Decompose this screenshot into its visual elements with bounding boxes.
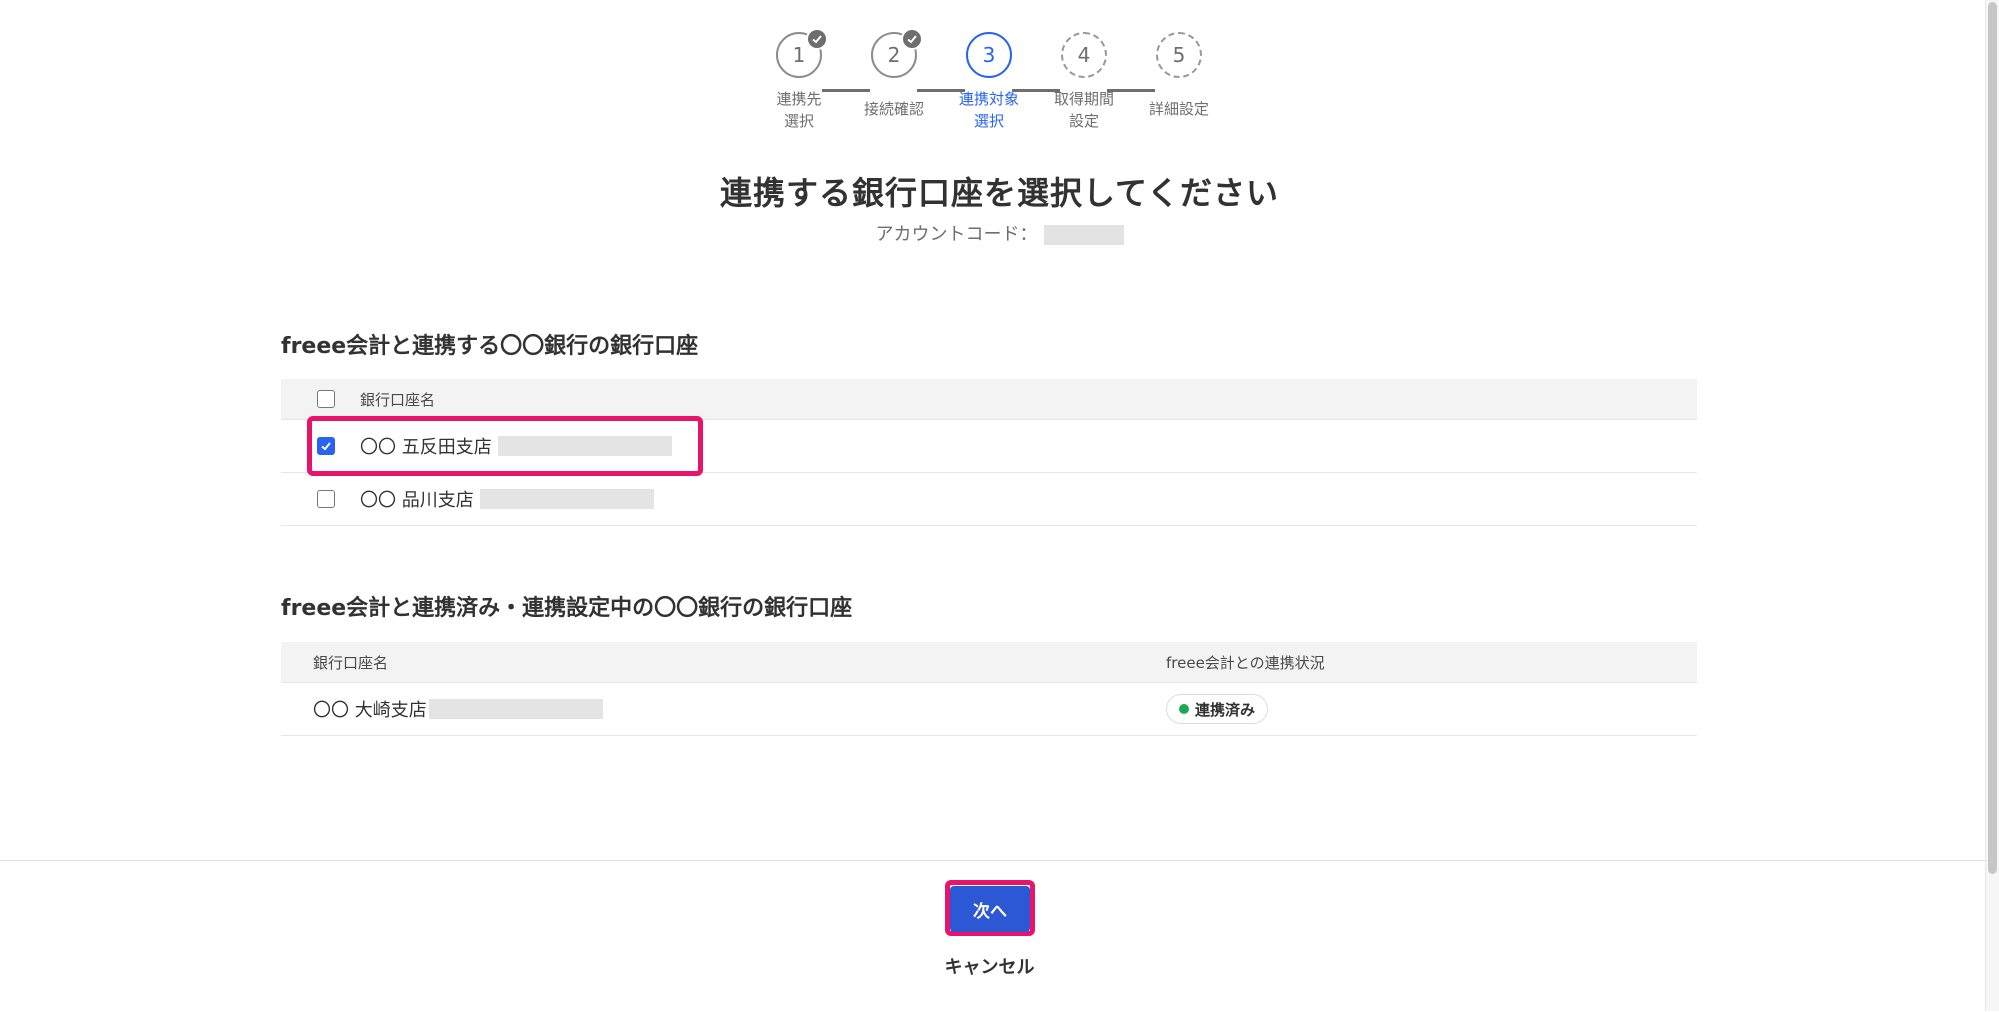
- step-circle: 3: [966, 32, 1012, 78]
- section-title-connect: freee会計と連携する〇〇銀行の銀行口座: [281, 334, 699, 359]
- cancel-link[interactable]: キャンセル: [0, 953, 1979, 979]
- step-circle: 1: [776, 28, 828, 78]
- account-code-label: アカウントコード：: [875, 224, 1038, 245]
- step-number: 5: [1172, 43, 1186, 67]
- check-icon: [901, 28, 923, 50]
- account-code: アカウントコード：: [0, 220, 1999, 246]
- account-number-redacted: [428, 699, 603, 719]
- column-header-status: freee会計との連携状況: [1166, 653, 1325, 672]
- scrollbar[interactable]: [1985, 0, 1999, 1011]
- progress-stepper: 1 連携先 選択 2 接続確認 3 連携対象 選択 4 取得期間 設定 5 詳細…: [0, 28, 1999, 142]
- account-code-redacted: [1043, 225, 1124, 245]
- step-1: 1 連携先 選択: [744, 28, 854, 132]
- step-number: 1: [792, 43, 806, 67]
- status-dot-icon: [1179, 704, 1189, 714]
- step-4: 4 取得期間 設定: [1029, 32, 1139, 132]
- table-row: 〇〇 大崎支店 連携済み: [281, 683, 1697, 736]
- step-label: 詳細設定: [1148, 100, 1209, 118]
- step-circle: 5: [1156, 32, 1202, 78]
- column-header-account-name: 銀行口座名: [313, 653, 389, 672]
- step-2: 2 接続確認: [839, 28, 949, 120]
- status-badge: 連携済み: [1166, 694, 1269, 724]
- step-circle: 2: [871, 28, 923, 78]
- step-circle: 4: [1061, 32, 1107, 78]
- step-label: 連携対象 選択: [958, 90, 1019, 130]
- account-number-redacted: [479, 489, 654, 509]
- next-button[interactable]: 次へ: [950, 886, 1030, 932]
- step-label: 取得期間 設定: [1053, 90, 1114, 130]
- column-header-account-name: 銀行口座名: [360, 390, 436, 409]
- status-text: 連携済み: [1195, 700, 1256, 719]
- connected-accounts-table: 銀行口座名 freee会計との連携状況 〇〇 大崎支店 連携済み: [281, 642, 1697, 736]
- check-icon: [806, 28, 828, 50]
- step-label: 接続確認: [863, 100, 924, 118]
- row-checkbox[interactable]: [317, 490, 335, 508]
- table-header: 銀行口座名 freee会計との連携状況: [281, 642, 1697, 683]
- account-name: 〇〇 大崎支店: [313, 700, 427, 721]
- step-5: 5 詳細設定: [1124, 32, 1234, 120]
- section-title-connected: freee会計と連携済み・連携設定中の〇〇銀行の銀行口座: [281, 596, 853, 621]
- account-name: 〇〇 品川支店: [360, 490, 474, 511]
- step-number: 4: [1077, 43, 1091, 67]
- highlight-box: [307, 416, 703, 476]
- status-cell: 連携済み: [1166, 694, 1269, 724]
- page-title: 連携する銀行口座を選択してください: [719, 174, 1280, 212]
- table-header: 銀行口座名: [281, 379, 1697, 420]
- table-row[interactable]: 〇〇 品川支店: [281, 473, 1697, 526]
- step-number: 3: [982, 43, 996, 67]
- select-all-checkbox[interactable]: [317, 390, 335, 408]
- step-label: 連携先 選択: [776, 90, 822, 130]
- step-3: 3 連携対象 選択: [934, 32, 1044, 132]
- step-number: 2: [887, 43, 901, 67]
